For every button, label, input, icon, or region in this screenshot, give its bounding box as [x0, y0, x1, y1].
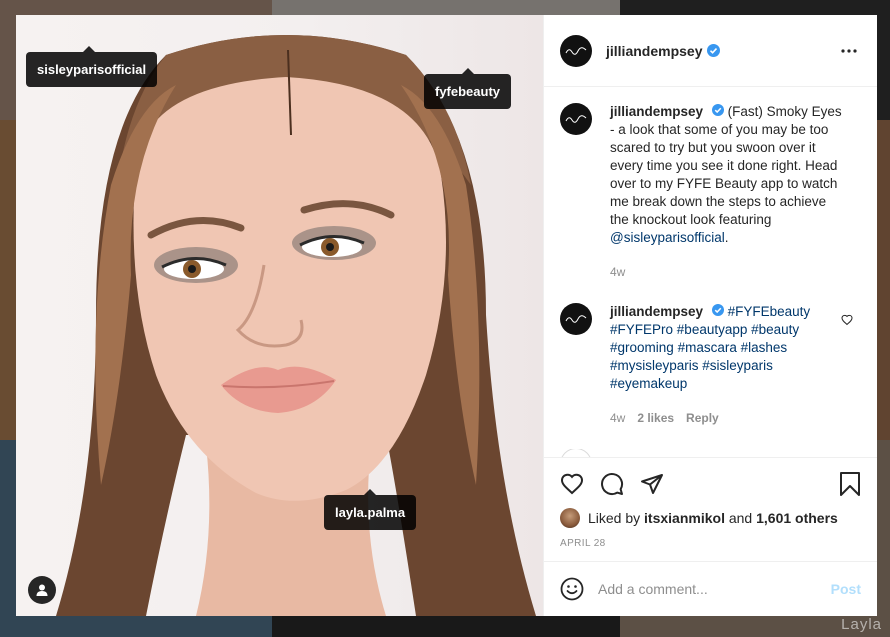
hashtag-link[interactable]: #lashes [741, 340, 788, 355]
verified-badge-icon [711, 104, 724, 116]
hashtag-link[interactable]: #mysisleyparis [610, 358, 699, 373]
header-username[interactable]: jilliandempsey [606, 43, 702, 59]
comment-username[interactable]: fyfebeauty [610, 457, 678, 458]
liked-by-prefix: Liked by [588, 510, 641, 526]
caption-meta: 4w [610, 263, 842, 281]
photo-tag-laylapalma[interactable]: layla.palma [324, 489, 417, 530]
caption-username[interactable]: jilliandempsey [610, 104, 703, 119]
post-actions: Liked by itsxianmikol and 1,601 others A… [544, 457, 877, 561]
hashtag-link[interactable]: #beautyapp [677, 322, 748, 337]
liked-by-user[interactable]: itsxianmikol [644, 510, 725, 526]
caption-suffix: . [724, 230, 729, 245]
share-button[interactable] [640, 472, 664, 496]
avatar[interactable] [560, 103, 592, 135]
heart-icon [560, 473, 584, 495]
caption: jilliandempsey (Fast) Smoky Eyes - a loo… [560, 103, 861, 281]
hashtag-link[interactable]: #grooming [610, 340, 674, 355]
more-horizontal-icon [841, 48, 857, 53]
photo-tag-sisleyparisofficial[interactable]: sisleyparisofficial [26, 46, 158, 87]
signature-logo-icon [565, 46, 587, 55]
comment-input[interactable] [598, 581, 831, 597]
comment-meta: 4w 2 likes Reply [610, 409, 842, 427]
like-comment-heart-icon[interactable] [841, 313, 853, 331]
save-button[interactable] [839, 472, 861, 496]
action-icons [560, 464, 861, 504]
post-sidebar: jilliandempsey jilliandempsey (Fast) Smo… [543, 15, 877, 616]
like-button[interactable] [560, 472, 584, 496]
hashtag-link[interactable]: #FYFEPro [610, 322, 673, 337]
header-username-block: jilliandempsey [606, 43, 721, 59]
user-icon [36, 584, 48, 596]
signature-logo-icon [565, 115, 587, 123]
hashtag-link[interactable]: #FYFEbeauty [728, 304, 811, 319]
liked-by-and: and [728, 510, 753, 526]
post-modal: sisleyparisofficial fyfebeauty layla.pal… [16, 15, 877, 616]
post-comment-button[interactable]: Post [831, 581, 861, 597]
background-watermark: Layla [841, 616, 882, 633]
comments-list[interactable]: jilliandempsey (Fast) Smoky Eyes - a loo… [544, 87, 877, 457]
comment-button[interactable] [600, 472, 624, 496]
avatar[interactable] [560, 449, 592, 457]
caption-time: 4w [610, 265, 626, 279]
paper-plane-icon [641, 474, 663, 494]
hashtag-link[interactable]: #eyemakeup [610, 376, 687, 391]
hashtag-link[interactable]: #beauty [751, 322, 799, 337]
comment: jilliandempsey #FYFEbeauty #FYFEPro #bea… [560, 303, 861, 427]
post-header: jilliandempsey [544, 15, 877, 87]
hashtag-link[interactable]: #sisleyparis [702, 358, 773, 373]
more-options-button[interactable] [837, 39, 861, 63]
caption-text: (Fast) Smoky Eyes - a look that some of … [610, 104, 842, 227]
comment-partial: fyfebeauty [560, 449, 861, 457]
caption-mention-link[interactable]: @sisleyparisofficial [610, 230, 725, 245]
verified-badge-icon [707, 44, 721, 57]
photo-tag-fyfebeauty[interactable]: fyfebeauty [424, 68, 512, 109]
comment-time: 4w [610, 411, 626, 425]
verified-badge-icon [711, 304, 724, 316]
comment-username[interactable]: jilliandempsey [610, 304, 703, 319]
avatar[interactable] [560, 34, 592, 67]
emoji-button[interactable] [560, 577, 584, 601]
comment-body: jilliandempsey #FYFEbeauty #FYFEPro #bea… [610, 303, 842, 427]
bookmark-icon [840, 472, 860, 496]
post-photo[interactable]: sisleyparisofficial fyfebeauty layla.pal… [16, 15, 543, 616]
caption-body: jilliandempsey (Fast) Smoky Eyes - a loo… [610, 103, 842, 281]
comment-likes[interactable]: 2 likes [637, 409, 674, 427]
tagged-users-button[interactable] [28, 576, 56, 604]
add-comment-bar: Post [544, 561, 877, 616]
liked-by-others[interactable]: 1,601 others [756, 510, 838, 526]
avatar[interactable] [560, 303, 592, 335]
signature-logo-icon [565, 315, 587, 323]
smiley-icon [560, 577, 584, 601]
hashtag-link[interactable]: #mascara [678, 340, 737, 355]
post-date[interactable]: APRIL 28 [560, 538, 861, 561]
liked-by: Liked by itsxianmikol and 1,601 others [560, 508, 861, 528]
comment-bubble-icon [601, 473, 624, 496]
reply-button[interactable]: Reply [686, 409, 719, 427]
avatar[interactable] [560, 508, 580, 528]
